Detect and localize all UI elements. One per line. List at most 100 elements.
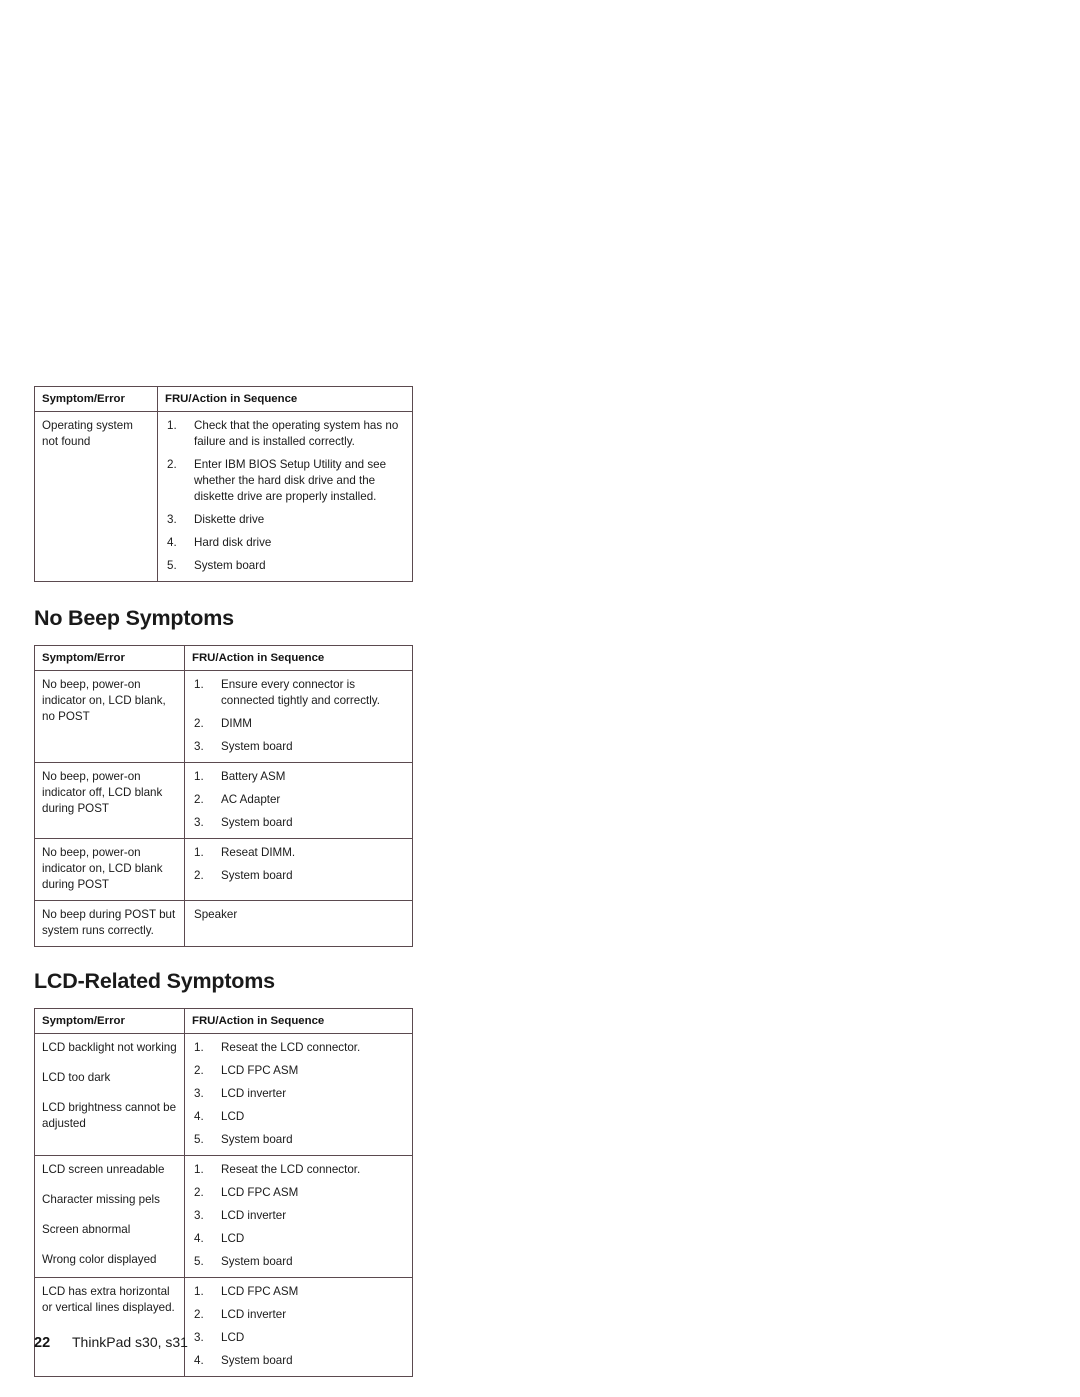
action-number: 1. <box>167 419 177 433</box>
action-number: 1. <box>194 846 204 860</box>
action-item: 2. LCD FPC ASM <box>194 1185 406 1201</box>
symptom-text: No beep, power-on indicator on, LCD blan… <box>42 846 163 892</box>
action-cell: 1. Reseat DIMM. 2. System board <box>184 838 413 902</box>
action-text: LCD <box>221 1331 245 1345</box>
action-text: Diskette drive <box>194 513 265 527</box>
table-row: LCD backlight not working LCD too dark L… <box>34 1033 413 1157</box>
action-item: 5. System board <box>194 1132 406 1148</box>
symptom-text: No beep during POST but system runs corr… <box>42 908 176 938</box>
action-text: System board <box>221 1255 293 1269</box>
action-number: 2. <box>194 1064 204 1078</box>
action-item: 3. LCD inverter <box>194 1208 406 1224</box>
action-text: System board <box>221 1133 293 1147</box>
action-text: System board <box>221 740 293 754</box>
section-heading-lcd-related: LCD-Related Symptoms <box>34 969 275 994</box>
action-item: 3. System board <box>194 815 406 831</box>
action-list: 1. Ensure every connector is connected ti… <box>194 677 406 755</box>
table-row: No beep during POST but system runs corr… <box>34 900 413 948</box>
action-number: 2. <box>194 1186 204 1200</box>
symptom-table-operating-system: Symptom/Error FRU/Action in Sequence Ope… <box>34 386 413 583</box>
action-item: 2. LCD inverter <box>194 1307 406 1323</box>
action-cell: 1. Battery ASM 2. AC Adapter 3. System boar… <box>184 762 413 840</box>
document-page: Symptom/Error FRU/Action in Sequence Ope… <box>0 0 1080 1397</box>
symptom-cell: LCD screen unreadable Character missing … <box>34 1155 185 1279</box>
action-number: 1. <box>194 1285 204 1299</box>
action-item: 4. LCD <box>194 1231 406 1247</box>
action-item: 2. AC Adapter <box>194 792 406 808</box>
action-text: Check that the operating system has no f… <box>194 419 399 449</box>
action-cell: 1. Reseat the LCD connector. 2. LCD FPC AS… <box>184 1155 413 1279</box>
action-number: 2. <box>167 458 177 472</box>
action-text: LCD inverter <box>221 1308 287 1322</box>
symptom-cell: No beep, power-on indicator on, LCD blan… <box>34 838 185 902</box>
action-text: DIMM <box>221 717 252 731</box>
action-list: 1. Reseat DIMM. 2. System board <box>194 845 406 884</box>
action-text: Reseat the LCD connector. <box>221 1041 361 1055</box>
symptom-cell: Operating system not found <box>34 411 158 583</box>
symptom-text: Screen abnormal <box>42 1223 131 1237</box>
action-cell: 1. Reseat the LCD connector. 2. LCD FPC AS… <box>184 1033 413 1157</box>
action-text: LCD <box>221 1110 245 1124</box>
action-cell: 1. Ensure every connector is connected ti… <box>184 670 413 764</box>
action-number: 1. <box>194 770 204 784</box>
action-text: LCD FPC ASM <box>221 1064 299 1078</box>
action-number: 3. <box>194 1209 204 1223</box>
action-text: System board <box>194 559 266 573</box>
action-text: Reseat the LCD connector. <box>221 1163 361 1177</box>
action-cell: 1. Check that the operating system has no… <box>157 411 413 583</box>
action-item: 1. LCD FPC ASM <box>194 1284 406 1300</box>
action-item: 1. Battery ASM <box>194 769 406 785</box>
action-item: 4. Hard disk drive <box>167 535 406 551</box>
action-item: 1. Check that the operating system has no… <box>167 418 406 450</box>
symptom-text: No beep, power-on indicator off, LCD bla… <box>42 770 163 816</box>
symptom-cell: LCD has extra horizontal or vertical lin… <box>34 1277 185 1378</box>
action-list: 1. LCD FPC ASM 2. LCD inverter 3. LCD 4. Sys… <box>194 1284 406 1369</box>
symptom-text: LCD brightness cannot be adjusted <box>42 1101 177 1131</box>
action-text: Battery ASM <box>221 770 286 784</box>
action-item: 1. Reseat the LCD connector. <box>194 1040 406 1056</box>
symptom-cell: No beep during POST but system runs corr… <box>34 900 185 948</box>
action-text: Reseat DIMM. <box>221 846 296 860</box>
symptom-text: LCD backlight not working <box>42 1041 177 1055</box>
action-number: 4. <box>194 1232 204 1246</box>
table-row: LCD has extra horizontal or vertical lin… <box>34 1277 413 1378</box>
table-row: LCD screen unreadable Character missing … <box>34 1155 413 1279</box>
column-header-action: FRU/Action in Sequence <box>157 386 413 413</box>
action-number: 5. <box>194 1133 204 1147</box>
action-text: Enter IBM BIOS Setup Utility and see whe… <box>194 458 387 504</box>
action-text: LCD FPC ASM <box>221 1285 299 1299</box>
book-title: ThinkPad s30, s31 <box>72 1334 188 1350</box>
column-header-symptom: Symptom/Error <box>34 645 185 672</box>
action-list: 1. Check that the operating system has no… <box>167 418 406 574</box>
action-number: 3. <box>194 816 204 830</box>
action-text: AC Adapter <box>221 793 281 807</box>
action-number: 3. <box>194 740 204 754</box>
action-number: 3. <box>194 1331 204 1345</box>
action-list: 1. Battery ASM 2. AC Adapter 3. System boar… <box>194 769 406 831</box>
action-item: 3. Diskette drive <box>167 512 406 528</box>
symptom-text: Operating system not found <box>42 419 133 449</box>
action-number: 2. <box>194 1308 204 1322</box>
action-number: 2. <box>194 717 204 731</box>
action-item: 1. Reseat the LCD connector. <box>194 1162 406 1178</box>
action-number: 2. <box>194 869 204 883</box>
action-item: 1. Reseat DIMM. <box>194 845 406 861</box>
action-text: Ensure every connector is connected tigh… <box>221 678 380 708</box>
table-row: No beep, power-on indicator on, LCD blan… <box>34 838 413 902</box>
table-header-row: Symptom/Error FRU/Action in Sequence <box>34 645 413 672</box>
page-footer: 22 ThinkPad s30, s31 <box>34 1334 188 1351</box>
action-number: 1. <box>194 1041 204 1055</box>
action-number: 2. <box>194 793 204 807</box>
symptom-table-no-beep: Symptom/Error FRU/Action in Sequence No … <box>34 645 413 948</box>
action-number: 5. <box>194 1255 204 1269</box>
action-text: Speaker <box>194 908 238 922</box>
table-row: No beep, power-on indicator off, LCD bla… <box>34 762 413 840</box>
symptom-text: LCD too dark <box>42 1071 111 1085</box>
action-number: 1. <box>194 678 204 692</box>
action-item: 2. System board <box>194 868 406 884</box>
action-text: LCD FPC ASM <box>221 1186 299 1200</box>
action-item: 3. LCD <box>194 1330 406 1346</box>
action-cell: Speaker <box>184 900 413 948</box>
column-header-symptom: Symptom/Error <box>34 386 158 413</box>
symptom-text: LCD has extra horizontal or vertical lin… <box>42 1285 175 1315</box>
